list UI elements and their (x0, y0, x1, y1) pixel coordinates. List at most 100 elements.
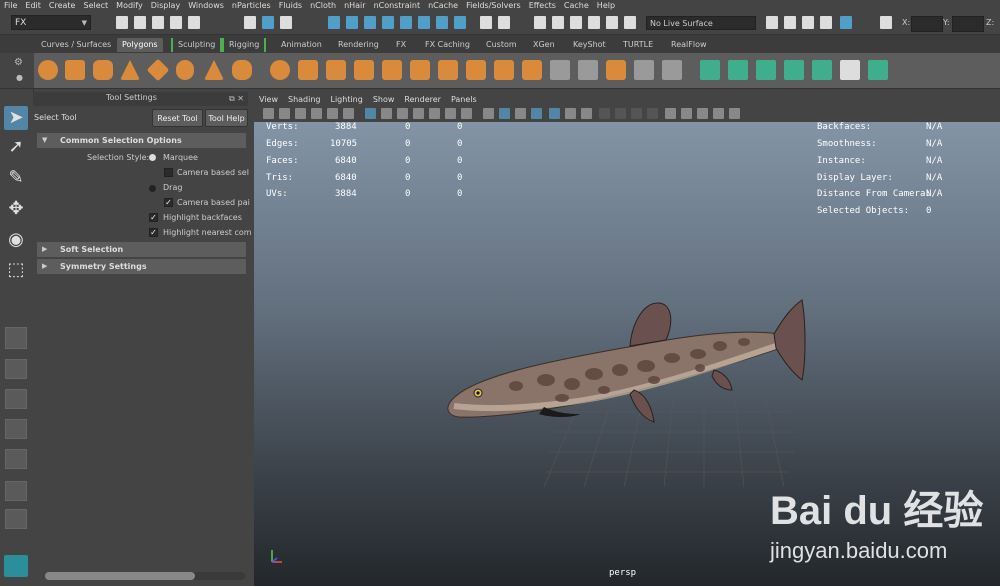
menu-windows[interactable]: Windows (184, 0, 228, 12)
gate-mask-icon[interactable] (413, 108, 424, 119)
shelf-menu-control[interactable]: ⚙ ● (0, 53, 34, 88)
menu-fields-solvers[interactable]: Fields/Solvers (462, 0, 525, 12)
reset-tool-button[interactable]: Reset Tool (152, 109, 203, 127)
menu-nconstraint[interactable]: nConstraint (370, 0, 425, 12)
use-all-lights-icon[interactable] (565, 108, 576, 119)
camera-based-sel-checkbox[interactable] (164, 168, 173, 177)
menu-fluids[interactable]: Fluids (275, 0, 306, 12)
common-selection-options-header[interactable]: ▼ Common Selection Options (37, 133, 246, 148)
symmetry-settings-header[interactable]: ▶ Symmetry Settings (37, 259, 246, 274)
redo-icon[interactable] (188, 16, 200, 29)
multi-cut-icon[interactable] (550, 60, 570, 80)
shelf-tab-polygons[interactable]: Polygons (117, 38, 163, 52)
menu-modify[interactable]: Modify (112, 0, 147, 12)
poly-pyramid-icon[interactable] (204, 60, 224, 80)
highlight-backfaces-checkbox[interactable]: ✓ (149, 213, 158, 222)
menu-set-dropdown[interactable]: FX ▼ (11, 15, 91, 30)
undo-icon[interactable] (170, 16, 182, 29)
shelf-tab-sculpting[interactable]: Sculpting (171, 38, 223, 52)
screen-space-ao-icon[interactable] (599, 108, 610, 119)
pick-mask-7-icon[interactable] (436, 16, 448, 29)
lasso-tool-button[interactable]: ➚ (4, 135, 28, 159)
bridge-icon[interactable] (438, 60, 458, 80)
target-weld-icon[interactable] (578, 60, 598, 80)
menu-select[interactable]: Select (79, 0, 112, 12)
menu-create[interactable]: Create (45, 0, 80, 12)
poly-pipe-icon[interactable] (232, 60, 252, 80)
wireframe-icon[interactable] (483, 108, 494, 119)
side-by-side-layout-button[interactable] (5, 389, 27, 409)
merge-icon[interactable] (494, 60, 514, 80)
uv-editor-icon[interactable] (812, 60, 832, 80)
two-d-pan-icon[interactable] (327, 108, 338, 119)
viewport-menu-shading[interactable]: Shading (283, 95, 326, 104)
viewport-menu-view[interactable]: View (254, 95, 283, 104)
poly-cone-icon[interactable] (120, 60, 140, 80)
shelf-tab-rigging[interactable]: Rigging (222, 38, 267, 52)
viewport-menu-renderer[interactable]: Renderer (399, 95, 446, 104)
boolean-icon[interactable] (354, 60, 374, 80)
shelf-tab-animation[interactable]: Animation (276, 38, 327, 52)
motion-blur-icon[interactable] (615, 108, 626, 119)
transform-mode-icon[interactable] (880, 16, 892, 29)
resolution-gate-icon[interactable] (397, 108, 408, 119)
shelf-options-icon[interactable]: ● (16, 73, 23, 82)
automatic-mapping-icon[interactable] (784, 60, 804, 80)
append-polygon-icon[interactable] (522, 60, 542, 80)
textured-icon[interactable] (531, 108, 542, 119)
poly-torus-icon[interactable] (176, 60, 194, 80)
menu-ncache[interactable]: nCache (424, 0, 462, 12)
snap-view-icon[interactable] (588, 16, 600, 29)
viewport-menu-show[interactable]: Show (368, 95, 400, 104)
poly-cube-icon[interactable] (65, 60, 85, 80)
checker-icon[interactable] (840, 60, 860, 80)
film-gate-icon[interactable] (381, 108, 392, 119)
pick-mask-4-icon[interactable] (382, 16, 394, 29)
bookmarks-icon[interactable] (295, 108, 306, 119)
camera-icon[interactable] (263, 108, 274, 119)
snap-magnet-icon[interactable] (624, 16, 636, 29)
wireframe-on-shaded-icon[interactable] (549, 108, 560, 119)
tool-help-button[interactable]: Tool Help (205, 109, 248, 127)
coord-x-field[interactable] (911, 16, 943, 32)
coord-y-field[interactable] (952, 16, 984, 32)
render-frame-icon[interactable] (766, 16, 778, 29)
image-plane-icon[interactable] (311, 108, 322, 119)
menu-ncloth[interactable]: nCloth (306, 0, 340, 12)
ipr-render-icon[interactable] (802, 16, 814, 29)
viewport-menu-panels[interactable]: Panels (446, 95, 482, 104)
move-tool-button[interactable]: ✥ (4, 197, 28, 221)
shelf-tab-turtle[interactable]: TURTLE (618, 38, 658, 52)
shelf-tab-fx-caching[interactable]: FX Caching (420, 38, 475, 52)
poly-plane-icon[interactable] (146, 58, 170, 82)
smooth-icon[interactable] (382, 60, 402, 80)
poly-cylinder-icon[interactable] (93, 60, 113, 80)
select-hierarchy-icon[interactable] (244, 16, 256, 29)
offset-edge-loop-icon[interactable] (634, 60, 654, 80)
xray-joints-icon[interactable] (697, 108, 708, 119)
viewport-menu-lighting[interactable]: Lighting (325, 95, 367, 104)
isolate-select-icon[interactable] (665, 108, 676, 119)
persp-graph-layout-button[interactable] (5, 419, 27, 439)
marquee-radio[interactable] (149, 154, 156, 161)
xray-components-icon[interactable] (713, 108, 724, 119)
menu-effects[interactable]: Effects (525, 0, 560, 12)
snap-live-icon[interactable] (606, 16, 618, 29)
pick-mask-8-icon[interactable] (454, 16, 466, 29)
menu-edit[interactable]: Edit (21, 0, 45, 12)
four-view-layout-button[interactable] (5, 359, 27, 379)
spherical-mapping-icon[interactable] (756, 60, 776, 80)
horizontal-scrollbar[interactable] (45, 572, 245, 580)
persp-outliner-layout-button[interactable] (5, 449, 27, 469)
separate-icon[interactable] (298, 60, 318, 80)
snap-curve-icon[interactable] (552, 16, 564, 29)
more-layouts-button[interactable] (5, 509, 27, 529)
select-object-icon[interactable] (262, 16, 274, 29)
shelf-tab-keyshot[interactable]: KeyShot (568, 38, 611, 52)
shelf-tab-rendering[interactable]: Rendering (333, 38, 384, 52)
scale-tool-button[interactable]: ⬚ (4, 258, 28, 282)
shelf-tab-realflow[interactable]: RealFlow (666, 38, 712, 52)
snap-point-icon[interactable] (570, 16, 582, 29)
highlight-nearest-checkbox[interactable]: ✓ (149, 228, 158, 237)
menu-file[interactable]: File (0, 0, 21, 12)
